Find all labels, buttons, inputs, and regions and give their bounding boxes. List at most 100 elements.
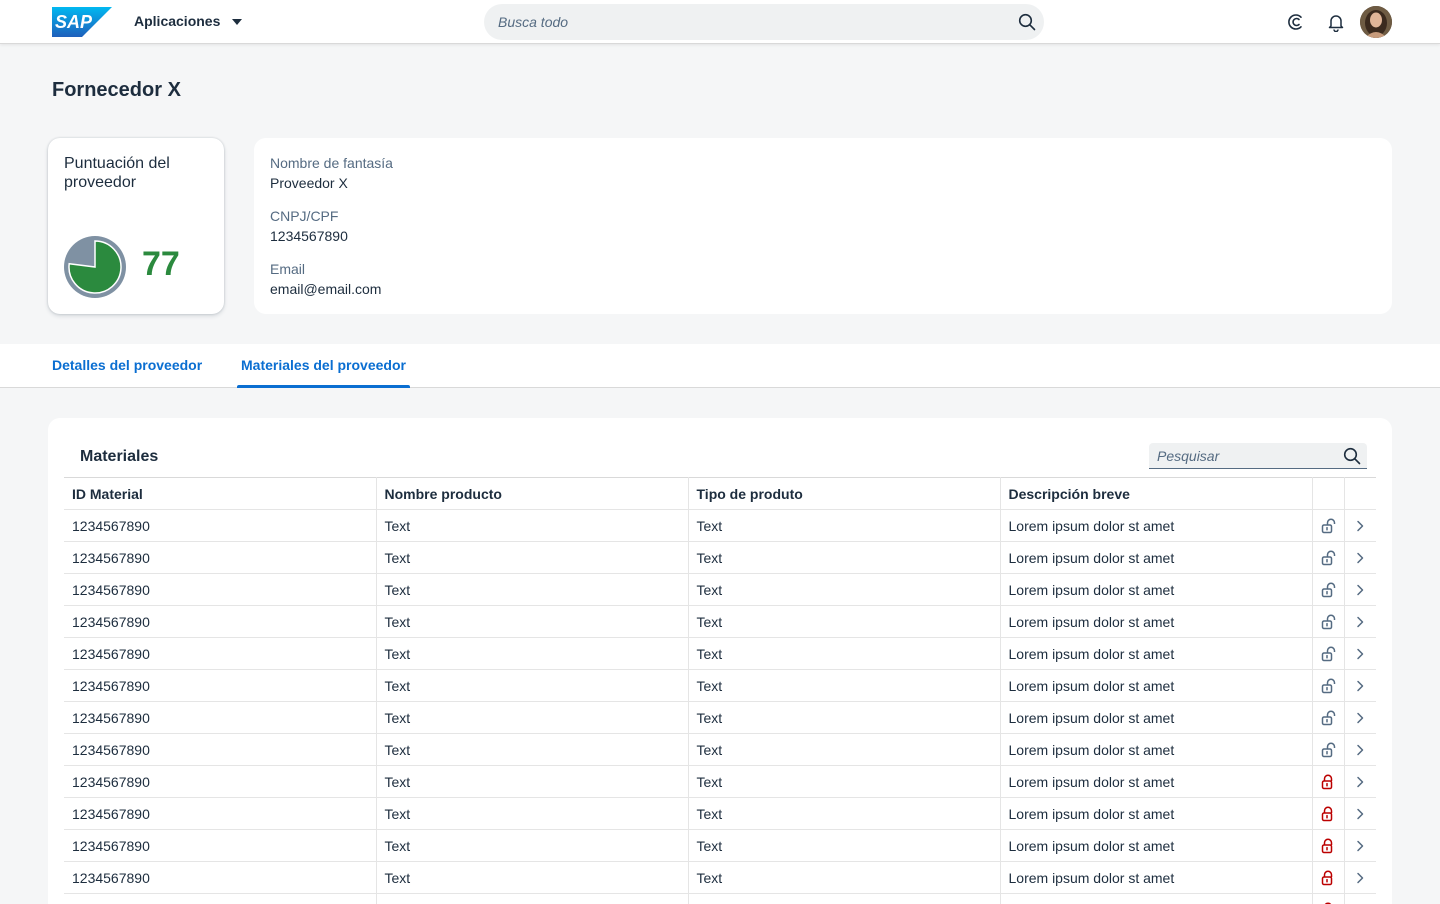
cell-id: 1234567890 [64,573,377,606]
cell-nav[interactable] [1344,829,1376,862]
cell-description: Lorem ipsum dolor st amet [1000,605,1313,638]
table-row[interactable]: 1234567890 Text Text Lorem ipsum dolor s… [64,605,1376,638]
materials-table: ID Material Nombre producto Tipo de prod… [64,477,1376,904]
search-icon[interactable] [1018,13,1036,31]
cell-nav[interactable] [1344,861,1376,894]
chevron-right-icon[interactable] [1354,840,1366,852]
field-value: email@email.com [270,281,382,297]
table-row[interactable]: 1234567890 Text Text Lorem ipsum dolor s… [64,509,1376,542]
cell-nav[interactable] [1344,541,1376,574]
cell-lock[interactable] [1312,605,1345,638]
cell-lock[interactable] [1312,829,1345,862]
unlock-icon[interactable] [1320,614,1336,630]
unlock-icon[interactable] [1320,710,1336,726]
table-row[interactable]: 1234567890 Text Text Lorem ipsum dolor s… [64,861,1376,894]
chevron-right-icon[interactable] [1354,872,1366,884]
table-row[interactable]: 1234567890 Text Text Lorem ipsum dolor s… [64,669,1376,702]
table-row[interactable]: 1234567890 Text Text Lorem ipsum dolor s… [64,797,1376,830]
field-cnpj: CNPJ/CPF 1234567890 [270,208,348,244]
chevron-right-icon[interactable] [1354,808,1366,820]
global-search-input[interactable] [498,4,998,40]
cell-name: Text [376,669,689,702]
chevron-right-icon[interactable] [1354,616,1366,628]
score-value: 77 [142,245,180,283]
cell-name: Text [376,509,689,542]
tab-supplier-details[interactable]: Detalles del proveedor [52,344,202,388]
unlock-icon[interactable] [1320,582,1336,598]
table-row[interactable]: 1234567890 Text Text Lorem ipsum dolor s… [64,765,1376,798]
supplier-info-card: Nombre de fantasía Proveedor X CNPJ/CPF … [254,138,1392,314]
table-row[interactable]: 1234567890 Text Text Lorem ipsum dolor s… [64,637,1376,670]
cell-id: 1234567890 [64,701,377,734]
cell-nav[interactable] [1344,765,1376,798]
lock-icon[interactable] [1320,838,1336,854]
materials-title: Materiales [80,448,159,465]
unlock-icon[interactable] [1320,518,1336,534]
cell-description: Lorem ipsum dolor st amet [1000,637,1313,670]
unlock-icon[interactable] [1320,646,1336,662]
cell-lock[interactable] [1312,541,1345,574]
chevron-right-icon[interactable] [1354,552,1366,564]
chevron-right-icon[interactable] [1354,712,1366,724]
apps-menu[interactable]: Aplicaciones [134,13,243,29]
cell-name: Text [376,765,689,798]
cell-type: Text [688,541,1001,574]
cell-nav[interactable] [1344,637,1376,670]
cell-lock[interactable] [1312,861,1345,894]
global-search[interactable] [484,4,1044,40]
bell-icon[interactable] [1326,12,1346,32]
unlock-icon[interactable] [1320,678,1336,694]
cell-nav[interactable] [1344,797,1376,830]
column-header-name[interactable]: Nombre producto [376,477,689,510]
table-row[interactable]: 1234567890 Text Text Lorem ipsum dolor s… [64,829,1376,862]
cell-lock[interactable] [1312,509,1345,542]
cell-lock[interactable] [1312,733,1345,766]
cell-lock[interactable] [1312,573,1345,606]
cell-nav[interactable] [1344,573,1376,606]
cell-lock[interactable] [1312,669,1345,702]
column-header-type[interactable]: Tipo de produto [688,477,1001,510]
chevron-right-icon[interactable] [1354,680,1366,692]
column-header-description[interactable]: Descripción breve [1000,477,1313,510]
cell-id: 1234567890 [64,861,377,894]
cell-nav[interactable] [1344,701,1376,734]
table-row[interactable]: 1234567890 Text Text Lorem ipsum dolor s… [64,541,1376,574]
cell-lock[interactable] [1312,765,1345,798]
materials-search-input[interactable] [1157,443,1337,468]
lock-icon[interactable] [1320,870,1336,886]
lock-icon[interactable] [1320,774,1336,790]
chevron-right-icon[interactable] [1354,776,1366,788]
chevron-right-icon[interactable] [1354,744,1366,756]
svg-text:SAP: SAP [55,12,93,32]
table-row[interactable]: 1234567890 Text Text Lorem ipsum dolor s… [64,701,1376,734]
cell-nav[interactable] [1344,605,1376,638]
table-row[interactable] [64,893,1376,904]
avatar[interactable] [1360,6,1392,38]
cell-id [64,893,377,904]
cell-lock[interactable] [1312,701,1345,734]
chevron-right-icon[interactable] [1354,584,1366,596]
search-icon[interactable] [1343,447,1361,465]
tab-bar: Detalles del proveedor Materiales del pr… [0,344,1440,388]
table-row[interactable]: 1234567890 Text Text Lorem ipsum dolor s… [64,573,1376,606]
copilot-icon[interactable] [1286,12,1306,32]
chevron-right-icon[interactable] [1354,520,1366,532]
unlock-icon[interactable] [1320,742,1336,758]
cell-nav[interactable] [1344,669,1376,702]
tab-supplier-materials[interactable]: Materiales del proveedor [237,344,410,388]
cell-lock[interactable] [1312,637,1345,670]
cell-nav[interactable] [1344,509,1376,542]
table-row[interactable]: 1234567890 Text Text Lorem ipsum dolor s… [64,733,1376,766]
score-card: Puntuación del proveedor 77 [48,138,224,314]
cell-lock[interactable] [1312,893,1345,904]
cell-nav[interactable] [1344,733,1376,766]
unlock-icon[interactable] [1320,550,1336,566]
sap-logo[interactable]: SAP [52,7,112,37]
materials-search[interactable] [1149,443,1367,469]
lock-icon[interactable] [1320,806,1336,822]
column-header-id[interactable]: ID Material [64,477,377,510]
chevron-right-icon[interactable] [1354,648,1366,660]
cell-type: Text [688,733,1001,766]
cell-lock[interactable] [1312,797,1345,830]
cell-nav[interactable] [1344,893,1376,904]
